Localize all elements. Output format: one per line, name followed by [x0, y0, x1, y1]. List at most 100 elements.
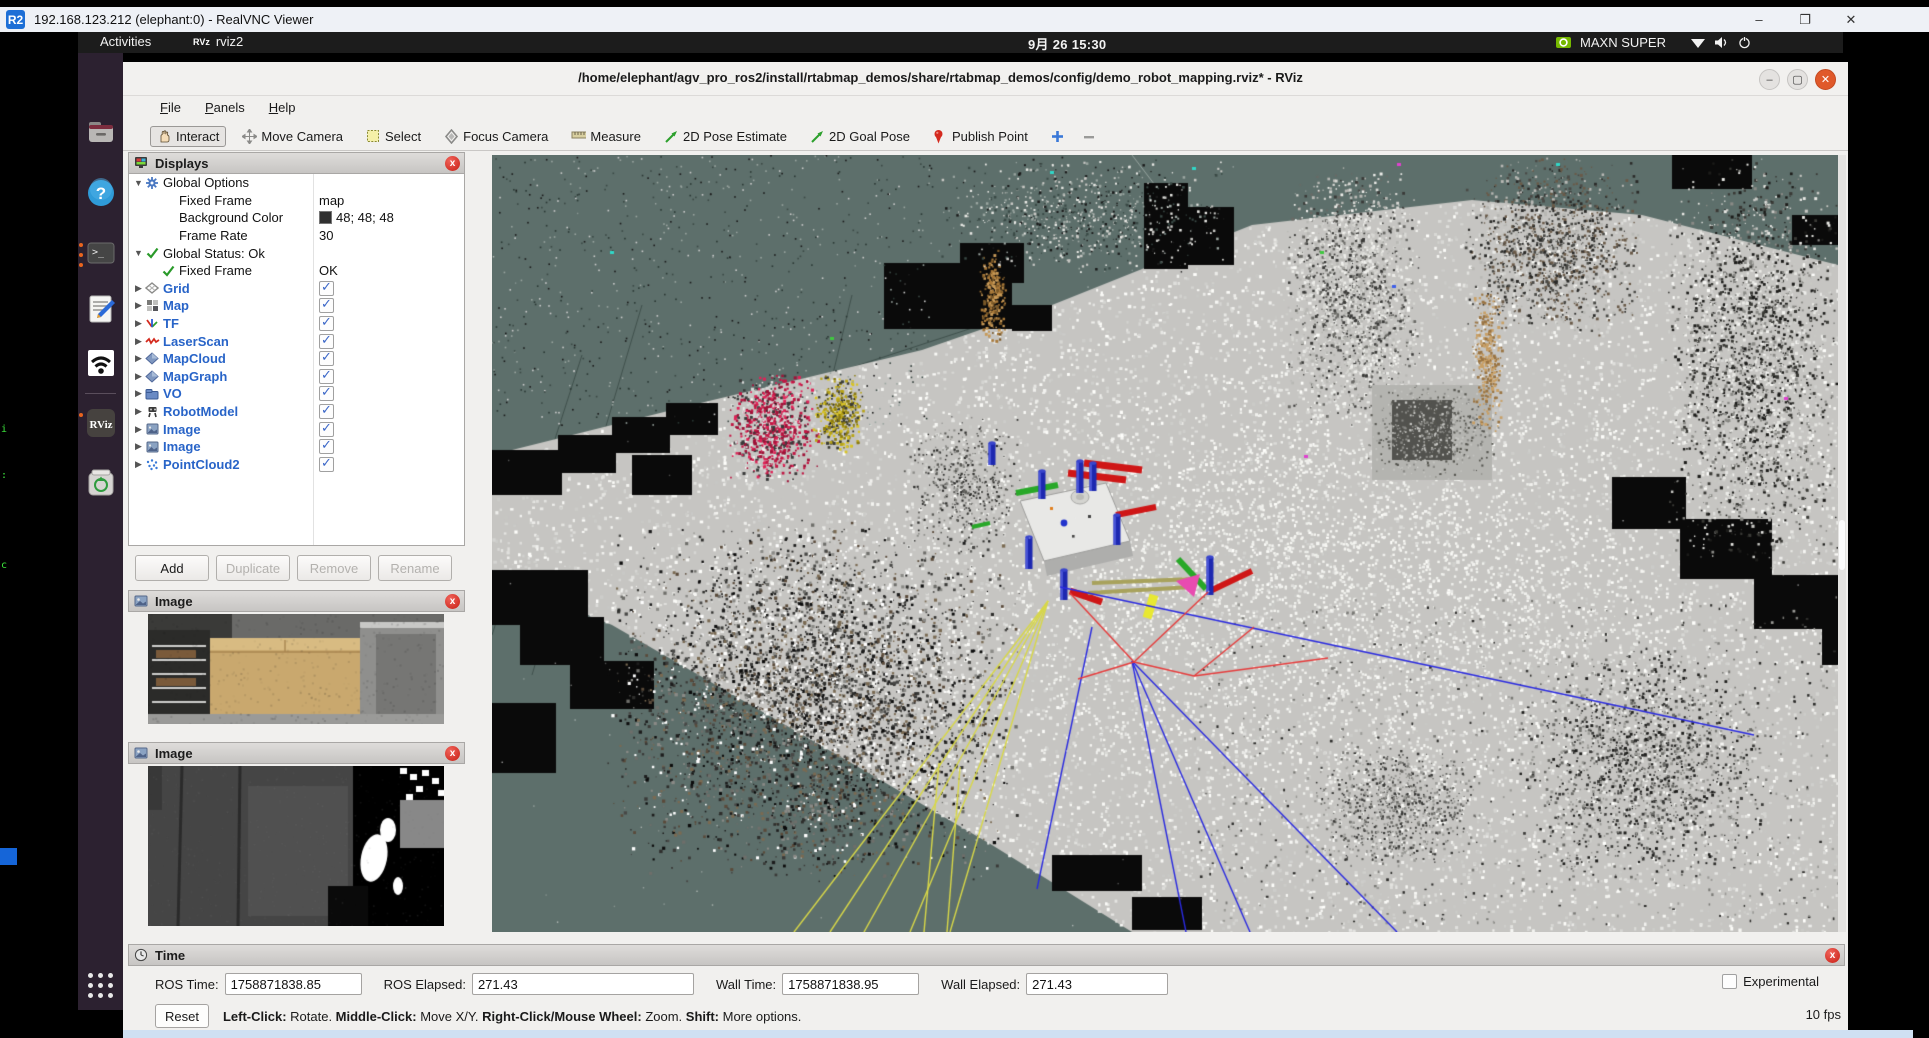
rviz-maximize-button[interactable]: ▢ — [1787, 69, 1808, 90]
enabled-checkbox[interactable] — [319, 422, 334, 437]
enabled-checkbox[interactable] — [319, 369, 334, 384]
expander-icon[interactable]: ▶ — [133, 406, 144, 417]
tool-select[interactable]: Select — [359, 126, 428, 147]
dock-item-trash[interactable] — [83, 465, 118, 500]
rviz-close-button[interactable]: ✕ — [1815, 69, 1836, 90]
experimental-toggle[interactable]: Experimental — [1722, 974, 1819, 989]
vnc-minimize-button[interactable]: – — [1736, 7, 1782, 32]
row-value[interactable]: 48; 48; 48 — [319, 210, 394, 225]
image-panel-close-icon[interactable]: x — [445, 746, 460, 761]
enabled-checkbox[interactable] — [319, 298, 334, 313]
expander-icon[interactable]: ▶ — [133, 283, 144, 294]
scrollbar-handle[interactable] — [1839, 520, 1845, 570]
display-row-robotmodel[interactable]: ▶RobotModel — [129, 403, 464, 421]
dock-item-text-editor[interactable] — [83, 291, 118, 326]
time-field-input-ros-time-[interactable] — [225, 973, 362, 995]
more-tools-button[interactable] — [1083, 129, 1095, 144]
tool-label: 2D Goal Pose — [829, 129, 910, 144]
image-panel-close-icon[interactable]: x — [445, 594, 460, 609]
display-row-fixed-frame[interactable]: Fixed Framemap — [129, 192, 464, 210]
display-row-fixed-frame[interactable]: Fixed FrameOK — [129, 262, 464, 280]
experimental-checkbox[interactable] — [1722, 974, 1737, 989]
display-row-image[interactable]: ▶Image — [129, 438, 464, 456]
expander-icon[interactable]: ▶ — [133, 353, 144, 364]
expander-icon[interactable]: ▶ — [133, 371, 144, 382]
3d-viewport[interactable] — [492, 155, 1838, 932]
experimental-label: Experimental — [1743, 974, 1819, 989]
time-panel-close-icon[interactable]: x — [1825, 948, 1840, 963]
vnc-close-button[interactable]: ✕ — [1828, 7, 1874, 32]
dock-item-terminal[interactable]: >_ — [83, 235, 118, 270]
dock-item-wifi-analyzer[interactable] — [83, 345, 118, 380]
time-field-input-ros-elapsed-[interactable] — [472, 973, 694, 995]
menu-file[interactable]: File — [148, 96, 193, 119]
expander-icon[interactable]: ▼ — [133, 248, 144, 258]
time-field-input-wall-time-[interactable] — [782, 973, 919, 995]
time-field-input-wall-elapsed-[interactable] — [1026, 973, 1168, 995]
expander-icon[interactable]: ▼ — [133, 178, 144, 188]
display-row-tf[interactable]: ▶TF — [129, 315, 464, 333]
expander-icon[interactable]: ▶ — [133, 388, 144, 399]
display-row-mapgraph[interactable]: ▶MapGraph — [129, 368, 464, 386]
display-row-mapcloud[interactable]: ▶MapCloud — [129, 350, 464, 368]
reset-button[interactable]: Reset — [155, 1004, 209, 1028]
display-row-global-status-ok[interactable]: ▼Global Status: Ok — [129, 244, 464, 262]
enabled-checkbox[interactable] — [319, 439, 334, 454]
display-row-global-options[interactable]: ▼ Global Options — [129, 174, 464, 192]
dock-item-rviz[interactable]: RViz — [83, 405, 118, 440]
row-value[interactable]: OK — [319, 263, 338, 278]
display-row-frame-rate[interactable]: Frame Rate30 — [129, 227, 464, 245]
dock-item-help[interactable]: ? — [83, 175, 118, 210]
enabled-checkbox[interactable] — [319, 386, 334, 401]
display-row-pointcloud2[interactable]: ▶PointCloud2 — [129, 456, 464, 474]
expander-icon[interactable]: ▶ — [133, 318, 144, 329]
display-row-image[interactable]: ▶ Image — [129, 420, 464, 438]
row-label: Image — [163, 422, 201, 437]
display-row-background-color[interactable]: Background Color48; 48; 48 — [129, 209, 464, 227]
tool-2d-goal-pose[interactable]: 2D Goal Pose — [803, 126, 917, 147]
tool-publish-point[interactable]: Publish Point — [926, 126, 1035, 147]
image-icon — [144, 423, 160, 436]
expander-icon[interactable]: ▶ — [133, 459, 144, 470]
tool-measure[interactable]: Measure — [564, 126, 648, 147]
vnc-restore-button[interactable]: ❐ — [1782, 7, 1828, 32]
dock-item-files[interactable] — [83, 115, 118, 150]
enabled-checkbox[interactable] — [319, 334, 334, 349]
tool-label: Select — [385, 129, 421, 144]
expander-icon[interactable]: ▶ — [133, 336, 144, 347]
show-applications-button[interactable] — [88, 973, 114, 999]
screen: R2 192.168.123.212 (elephant:0) - RealVN… — [0, 0, 1929, 1038]
rviz-minimize-button[interactable]: – — [1759, 69, 1780, 90]
tool-interact[interactable]: Interact — [150, 126, 226, 147]
menu-panels[interactable]: Panels — [193, 96, 257, 119]
viewport-scrollbar[interactable] — [1838, 155, 1846, 932]
enabled-checkbox[interactable] — [319, 351, 334, 366]
focused-app-menu[interactable]: RVz rviz2 — [193, 34, 243, 49]
display-row-map[interactable]: ▶Map — [129, 297, 464, 315]
tool-move-camera[interactable]: Move Camera — [235, 126, 350, 147]
row-value[interactable]: map — [319, 193, 344, 208]
expander-icon[interactable]: ▶ — [133, 300, 144, 311]
tool-focus-camera[interactable]: Focus Camera — [437, 126, 555, 147]
menu-help[interactable]: Help — [257, 96, 308, 119]
enabled-checkbox[interactable] — [319, 404, 334, 419]
system-status-area[interactable]: MAXN SUPER — [1556, 32, 1751, 53]
displays-close-icon[interactable]: x — [445, 156, 460, 171]
add-button[interactable]: Add — [135, 555, 209, 581]
add-tool-button[interactable] — [1050, 129, 1065, 144]
row-value[interactable]: 30 — [319, 228, 333, 243]
display-row-vo[interactable]: ▶VO — [129, 385, 464, 403]
image-panel-title: Image — [155, 746, 193, 761]
enabled-checkbox[interactable] — [319, 457, 334, 472]
clock[interactable]: 9月 26 15:30 — [1028, 34, 1106, 53]
enabled-checkbox[interactable] — [319, 316, 334, 331]
row-label: Global Options — [163, 175, 249, 190]
activities-button[interactable]: Activities — [100, 34, 151, 49]
display-row-grid[interactable]: ▶Grid — [129, 280, 464, 298]
display-row-laserscan[interactable]: ▶LaserScan — [129, 332, 464, 350]
expander-icon[interactable]: ▶ — [133, 424, 144, 435]
time-fields: ROS Time:ROS Elapsed:Wall Time:Wall Elap… — [128, 966, 1845, 1002]
expander-icon[interactable]: ▶ — [133, 441, 144, 452]
enabled-checkbox[interactable] — [319, 281, 334, 296]
tool-2d-pose-estimate[interactable]: 2D Pose Estimate — [657, 126, 794, 147]
